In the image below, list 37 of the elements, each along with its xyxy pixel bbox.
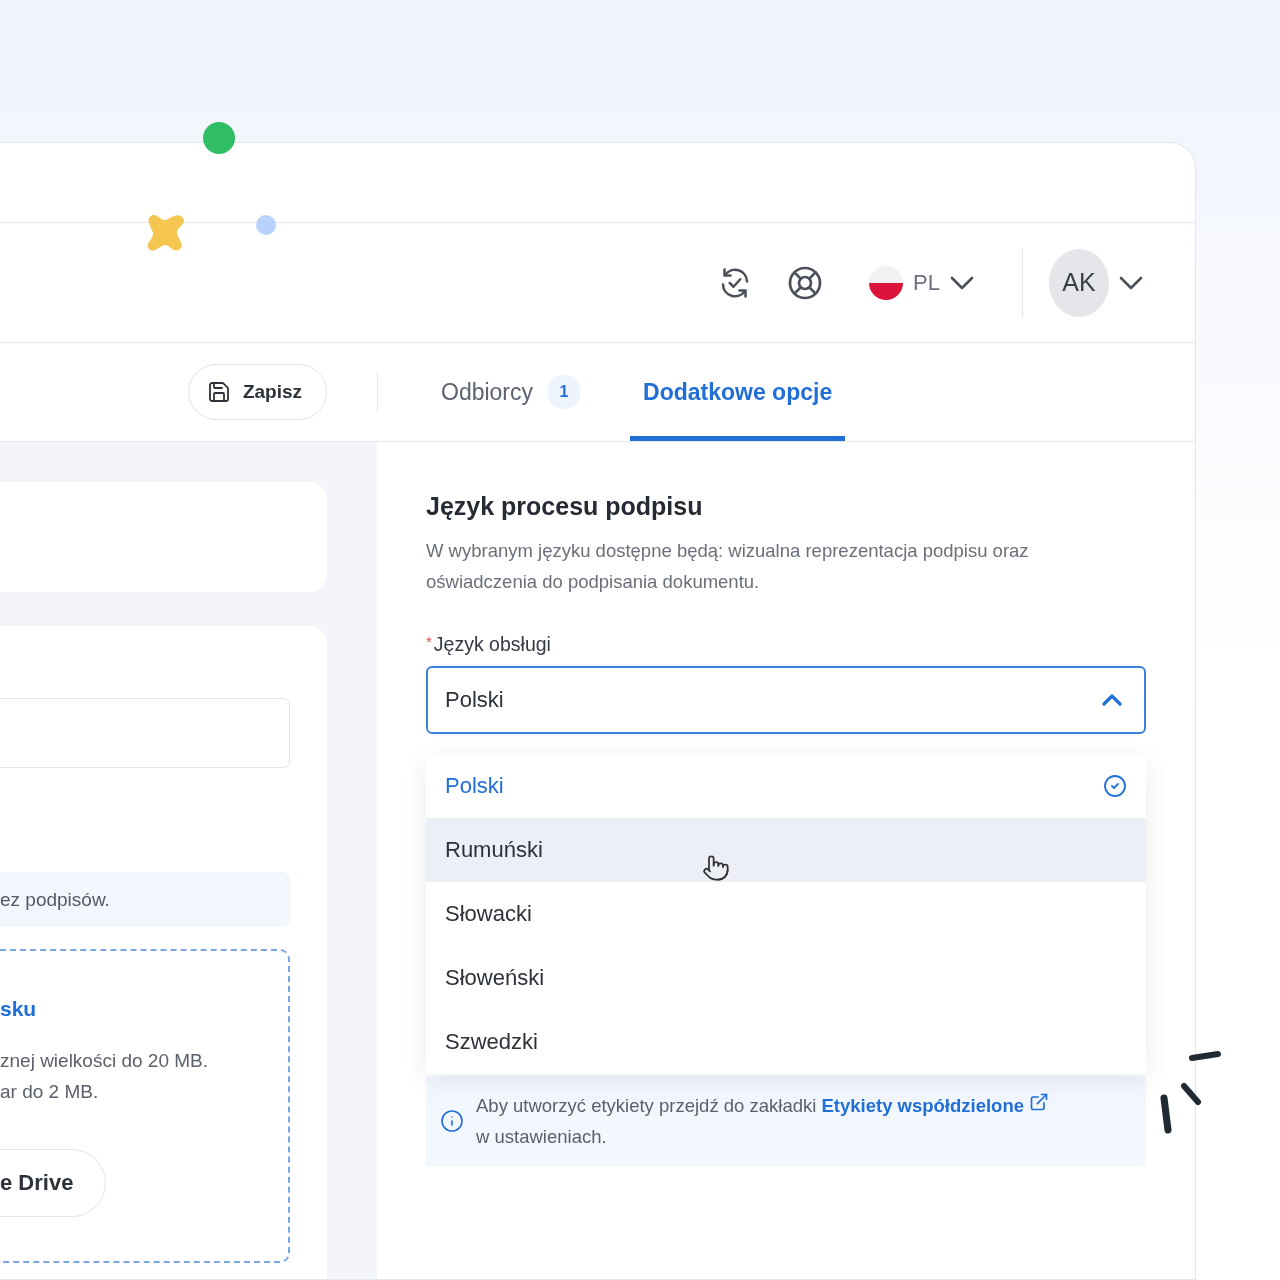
user-avatar: AK bbox=[1049, 248, 1109, 317]
tab[interactable]: Odbiorcy 1 bbox=[428, 343, 595, 441]
flag-icon bbox=[869, 265, 904, 300]
dropdown-option[interactable]: Rumuński bbox=[426, 818, 1146, 882]
tab[interactable]: Dodatkowe opcje bbox=[630, 343, 846, 441]
drive-button[interactable]: e Drive bbox=[0, 1149, 107, 1217]
chevron-down-icon bbox=[950, 275, 974, 290]
dropdown-option[interactable]: Słowacki bbox=[426, 882, 1146, 946]
account-menu[interactable]: AK bbox=[1049, 248, 1143, 317]
settings-link[interactable]: Etykiety współdzielone bbox=[821, 1095, 1050, 1116]
hand-cursor-icon bbox=[702, 854, 730, 882]
section-title: Język procesu podpisu bbox=[426, 492, 704, 521]
input-field[interactable] bbox=[0, 698, 290, 768]
external-link-icon bbox=[1029, 1092, 1050, 1112]
field-label: Język obsługi bbox=[433, 633, 551, 656]
required-mark: * bbox=[426, 633, 432, 652]
section-description: W wybranym języku dostępne będą: wizualna reprezentacja podpisu oraz oświadczenia do podpisania dokumentu. bbox=[426, 539, 1030, 594]
dropdown-option[interactable]: Słoweński bbox=[426, 946, 1146, 1010]
count-badge: 1 bbox=[547, 375, 582, 409]
language-select[interactable]: Polski bbox=[426, 666, 1146, 734]
upload-hint: znej wielkości do 20 MB. bbox=[0, 1049, 210, 1073]
info-text: ez podpisów. bbox=[0, 888, 110, 911]
chevron-down-icon bbox=[1119, 275, 1143, 290]
save-button[interactable]: Zapisz bbox=[187, 364, 327, 420]
help-button[interactable] bbox=[787, 264, 824, 301]
dropdown-option[interactable]: Polski bbox=[426, 754, 1146, 818]
language-selector[interactable]: PL bbox=[869, 265, 974, 300]
check-circle-icon bbox=[1103, 774, 1127, 798]
upload-drop-zone[interactable]: sku znej wielkości do 20 MB. ar do 2 MB. e Drive bbox=[0, 949, 290, 1263]
upload-hint: ar do 2 MB. bbox=[0, 1080, 100, 1104]
upload-title: sku bbox=[0, 997, 38, 1021]
decorative-dot bbox=[202, 121, 236, 155]
info-icon bbox=[440, 1109, 464, 1133]
dropdown-option[interactable]: Szwedzki bbox=[426, 1010, 1146, 1074]
lifebuoy-icon bbox=[787, 264, 824, 301]
decorative-dot bbox=[255, 214, 277, 236]
info-text: Aby utworzyć etykiety przejdź do zakładki Etykiety współdzielone w ustawieniach. bbox=[476, 1090, 1050, 1152]
